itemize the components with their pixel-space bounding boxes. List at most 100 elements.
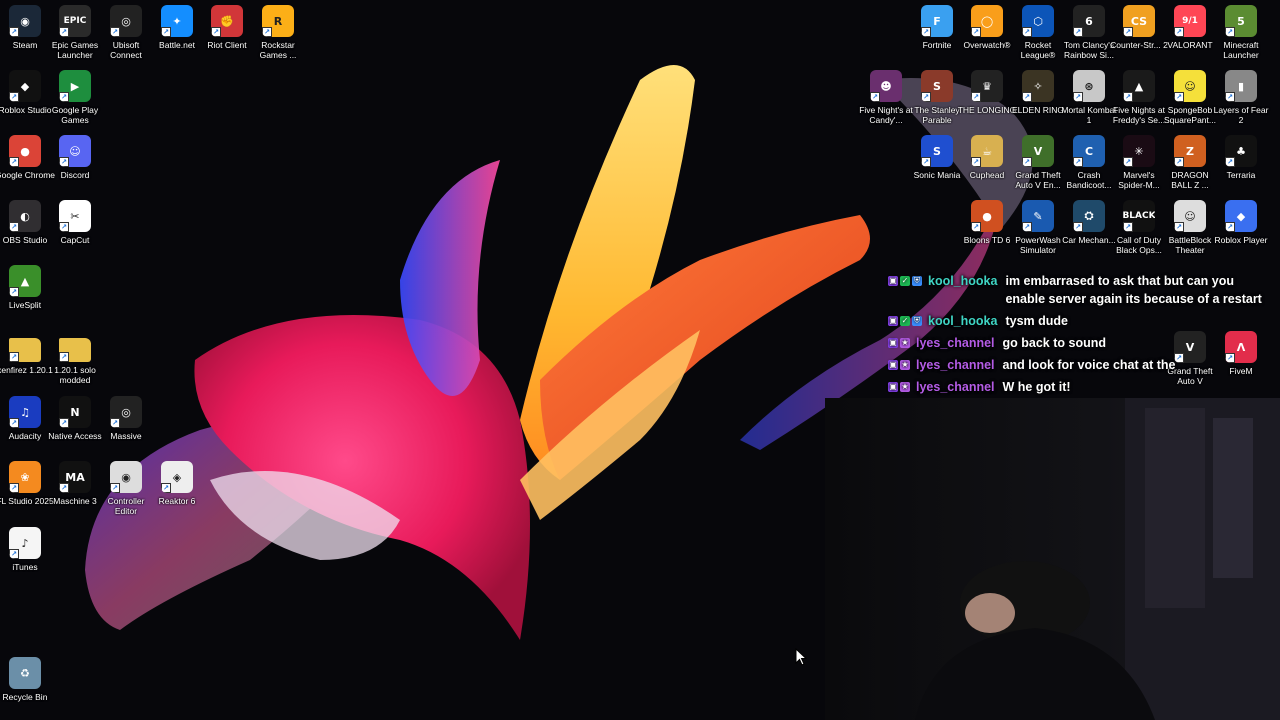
shortcut-arrow-icon: ↗ — [1174, 92, 1184, 102]
desktop-shortcut-fortnite[interactable]: F ↗ Fortnite — [912, 5, 962, 50]
desktop-shortcut-chrome[interactable]: ● ↗ Google Chrome — [0, 135, 55, 180]
battleblock-icon: ☺ ↗ — [1174, 200, 1206, 232]
bloons-icon: ● ↗ — [971, 200, 1003, 232]
desktop-shortcut-discord[interactable]: ☺ ↗ Discord — [50, 135, 100, 180]
desktop-shortcut-roblox-studio[interactable]: ◆ ↗ Roblox Studio — [0, 70, 51, 115]
desktop-shortcut-riot[interactable]: ✊ ↗ Riot Client — [202, 5, 252, 50]
desktop-shortcut-flstudio[interactable]: ❀ ↗ FL Studio 2025 — [0, 461, 54, 506]
icon-glyph: ◎ — [121, 14, 131, 28]
riot-icon: ✊ ↗ — [211, 5, 243, 37]
desktop-shortcut-cuphead[interactable]: ☕ ↗ Cuphead — [962, 135, 1012, 180]
desktop-shortcut-r6[interactable]: 6 ↗ Tom Clancy's Rainbow Si... — [1064, 5, 1114, 60]
shortcut-arrow-icon: ↗ — [1073, 27, 1083, 37]
icon-glyph: 5 — [1237, 14, 1245, 28]
desktop-shortcut-powerwash[interactable]: ✎ ↗ PowerWash Simulator — [1013, 200, 1063, 255]
chat-message: ▣ ★ lyes_channel and look for voice chat at… — [888, 358, 1280, 374]
desktop-shortcut-fnaf-candy[interactable]: ☻ ↗ Five Night's at Candy'... — [859, 70, 913, 125]
icon-glyph: ✂ — [70, 209, 80, 223]
desktop-shortcut-cs2[interactable]: CS ↗ Counter-Str... 2 — [1110, 5, 1168, 50]
desktop-shortcut-btd6[interactable]: ● ↗ Bloons TD 6 — [962, 200, 1012, 245]
desktop-shortcut-rockstar[interactable]: R ↗ Rockstar Games ... — [253, 5, 303, 60]
desktop-shortcut-longing[interactable]: ♛ ↗ THE LONGING — [958, 70, 1016, 115]
desktop-shortcut-battleblock[interactable]: ☺ ↗ BattleBlock Theater — [1165, 200, 1215, 255]
desktop-shortcut-minecraft[interactable]: 5 ↗ Minecraft Launcher — [1216, 5, 1266, 60]
desktop-shortcut-battlenet[interactable]: ✦ ↗ Battle.net — [152, 5, 202, 50]
icon-glyph: R — [273, 14, 283, 28]
shortcut-arrow-icon: ↗ — [211, 27, 221, 37]
desktop-shortcut-reaktor[interactable]: ◈ ↗ Reaktor 6 — [152, 461, 202, 506]
shortcut-arrow-icon: ↗ — [971, 222, 981, 232]
chat-badges: ▣ ★ — [888, 360, 910, 370]
shield-badge-icon: ⛨ — [912, 316, 922, 326]
desktop-shortcut-fnaf-sec[interactable]: ▲ ↗ Five Nights at Freddy's Se... — [1113, 70, 1165, 125]
desktop-shortcut-spongebob[interactable]: ☺ ↗ SpongeBob SquarePant... — [1164, 70, 1216, 125]
shortcut-arrow-icon: ↗ — [1174, 27, 1184, 37]
desktop-shortcut-carmech[interactable]: ⛭ ↗ Car Mechan... — [1062, 200, 1116, 245]
shield-badge-icon: ⛨ — [912, 276, 922, 286]
desktop-shortcut-valorant[interactable]: 9/1 ↗ VALORANT — [1165, 5, 1215, 50]
terraria-icon: ♣ ↗ — [1225, 135, 1257, 167]
minecraft-icon: 5 ↗ — [1225, 5, 1257, 37]
chat-text: im embarrased to ask that but can you en… — [1005, 274, 1262, 306]
webcam-feed — [915, 398, 1280, 720]
desktop-shortcut-overwatch[interactable]: ◯ ↗ Overwatch® — [962, 5, 1012, 50]
stream-chat-overlay: ▣ ✓ ⛨ kool_hooka im embarrased to ask that b… — [888, 274, 1280, 402]
icon-glyph: ▲ — [20, 274, 30, 288]
desktop-shortcut-ubisoft[interactable]: ◎ ↗ Ubisoft Connect — [101, 5, 151, 60]
shortcut-arrow-icon: ↗ — [161, 483, 171, 493]
desktop-shortcut-dbz[interactable]: Z ↗ DRAGON BALL Z ... — [1165, 135, 1215, 190]
icon-glyph: BLACK — [1123, 211, 1155, 221]
desktop-shortcut-gta5e[interactable]: V ↗ Grand Theft Auto V En... — [1013, 135, 1063, 190]
desktop-shortcut-epic[interactable]: EPIC ↗ Epic Games Launcher — [50, 5, 100, 60]
icon-glyph: ♻ — [20, 666, 30, 680]
icon-glyph: ● — [20, 144, 30, 158]
desktop-shortcut-itunes[interactable]: ♪ ↗ iTunes — [0, 527, 50, 572]
desktop-shortcut-livesplit[interactable]: ▲ ↗ LiveSplit — [0, 265, 50, 310]
desktop-shortcut-eldenring[interactable]: ✧ ↗ ELDEN RING — [1012, 70, 1064, 115]
desktop-shortcut-crash[interactable]: C ↗ Crash Bandicoot... — [1064, 135, 1114, 190]
icon-glyph: V — [1033, 144, 1043, 158]
icon-glyph: S — [933, 144, 941, 158]
icon-glyph: ▶ — [70, 79, 80, 93]
desktop-shortcut-steam[interactable]: ◉ ↗ Steam — [0, 5, 50, 50]
layers-of-fear-icon: ▮ ↗ — [1225, 70, 1257, 102]
sonic-icon: S ↗ — [921, 135, 953, 167]
shortcut-arrow-icon: ↗ — [9, 549, 19, 559]
desktop-shortcut-rocket[interactable]: ⬡ ↗ Rocket League® — [1013, 5, 1063, 60]
desktop-shortcut-stanley[interactable]: S ↗ The Stanley Parable — [912, 70, 962, 125]
desktop-shortcut-solo[interactable]: ↗ 1.20.1 solo modded — [50, 330, 100, 385]
desktop-shortcut-robloxplayer[interactable]: ◆ ↗ Roblox Player — [1215, 200, 1267, 245]
icon-glyph: S — [933, 79, 941, 93]
desktop-shortcut-recycle[interactable]: ♻ Recycle Bin — [0, 657, 50, 702]
reaktor-icon: ◈ ↗ — [161, 461, 193, 493]
desktop-shortcut-native[interactable]: N ↗ Native Access — [48, 396, 102, 441]
desktop-shortcut-audacity[interactable]: ♫ ↗ Audacity — [0, 396, 50, 441]
shortcut-arrow-icon: ↗ — [971, 157, 981, 167]
chat-message: ▣ ✓ ⛨ kool_hooka tysm dude — [888, 314, 1280, 330]
desktop-shortcut-controller[interactable]: ◉ ↗ Controller Editor — [101, 461, 151, 516]
desktop-shortcut-capcut[interactable]: ✂ ↗ CapCut — [50, 200, 100, 245]
chat-text: W he got it! — [1002, 380, 1071, 394]
desktop-shortcut-massive[interactable]: ◎ ↗ Massive — [101, 396, 151, 441]
desktop-shortcut-maschine[interactable]: MA ↗ Maschine 3 — [50, 461, 100, 506]
shortcut-arrow-icon: ↗ — [59, 418, 69, 428]
shortcut-arrow-icon: ↗ — [59, 222, 69, 232]
star-badge-icon: ★ — [900, 360, 910, 370]
desktop-shortcut-terraria[interactable]: ♣ ↗ Terraria — [1216, 135, 1266, 180]
livesplit-icon: ▲ ↗ — [9, 265, 41, 297]
desktop-shortcut-gplay[interactable]: ▶ ↗ Google Play Games — [50, 70, 100, 125]
chat-username: lyes_channel — [916, 336, 995, 350]
desktop-shortcut-spiderman[interactable]: ✳ ↗ Marvel's Spider-M... — [1114, 135, 1164, 190]
desktop-shortcut-mk1[interactable]: ⊛ ↗ Mortal Kombat 1 — [1061, 70, 1117, 125]
desktop-shortcut-sonic[interactable]: S ↗ Sonic Mania — [912, 135, 962, 180]
desktop-shortcut-obs[interactable]: ◐ ↗ OBS Studio — [0, 200, 50, 245]
shortcut-arrow-icon: ↗ — [921, 92, 931, 102]
desktop-shortcut-layers[interactable]: ▮ ↗ Layers of Fear 2 — [1214, 70, 1268, 125]
steam-icon: ◉ ↗ — [9, 5, 41, 37]
desktop-shortcut-codbo[interactable]: BLACK ↗ Call of Duty Black Ops... — [1114, 200, 1164, 255]
mortal-kombat-icon: ⊛ ↗ — [1073, 70, 1105, 102]
shortcut-arrow-icon: ↗ — [110, 418, 120, 428]
desktop-shortcut-xenfirez[interactable]: ↗ xenfirez 1.20.1 — [0, 330, 53, 375]
icon-glyph: ☻ — [880, 79, 892, 93]
rocket-league-icon: ⬡ ↗ — [1022, 5, 1054, 37]
